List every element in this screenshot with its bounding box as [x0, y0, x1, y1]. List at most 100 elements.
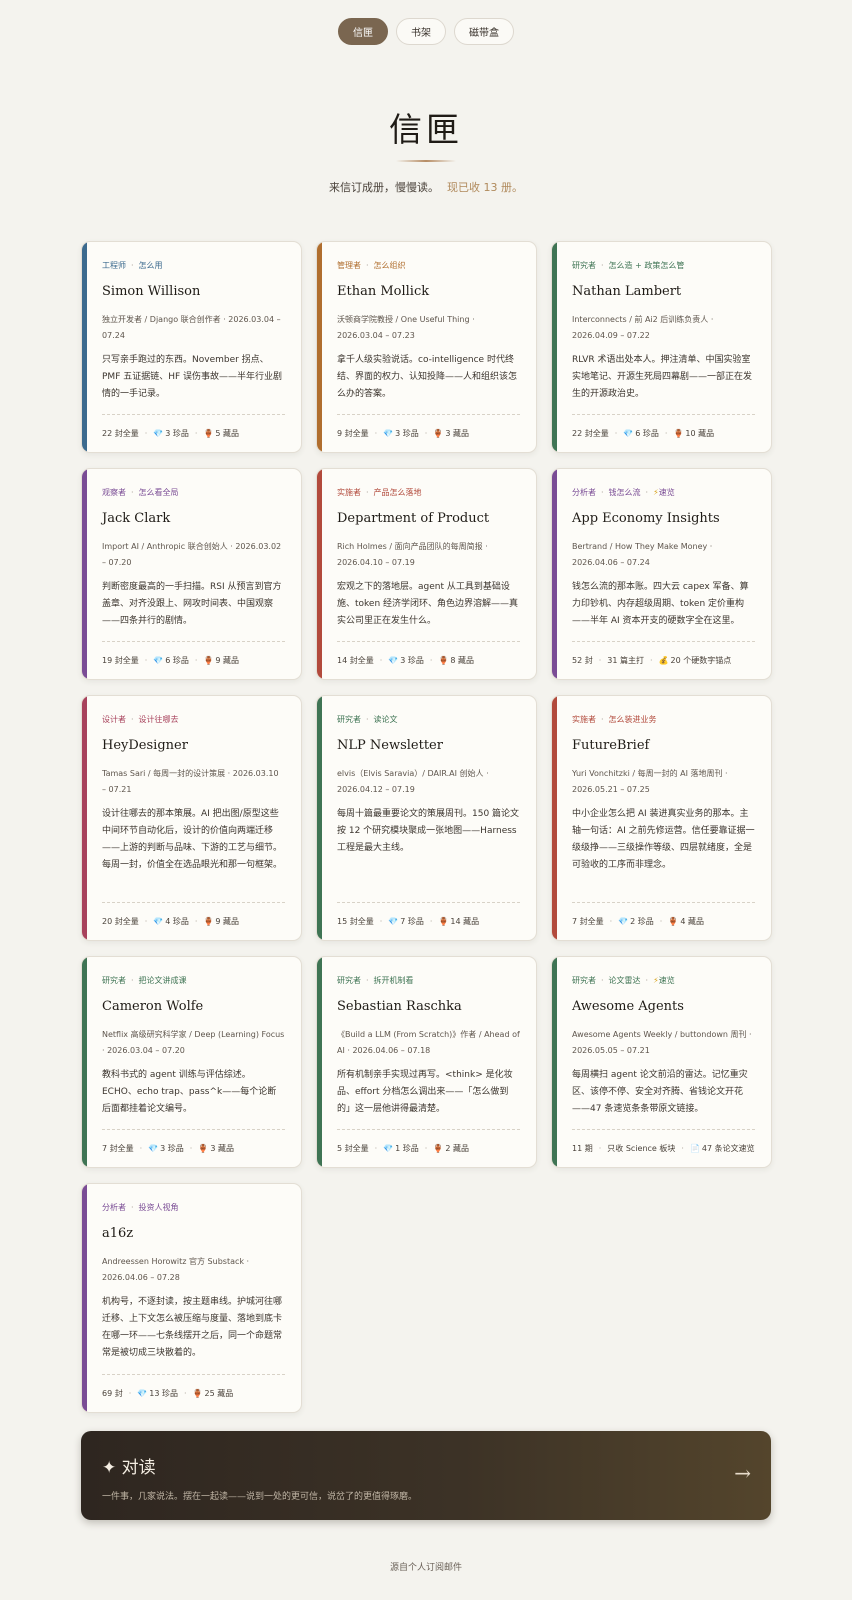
- card-title: App Economy Insights: [572, 511, 720, 526]
- stat-separator: ·: [144, 656, 148, 665]
- stat-value: 3 藏品: [210, 1144, 234, 1153]
- newsletter-card[interactable]: 工程师 · 怎么用 Simon Willison 独立开发者 / Django 联合创作…: [81, 241, 302, 453]
- gem-icon: 💎: [623, 429, 634, 438]
- stat-value: 9 封全量: [337, 429, 369, 438]
- stat-value: 14 封全量: [337, 656, 374, 665]
- newsletter-card[interactable]: 实施者 · 产品怎么落地 Department of Product Rich Holm…: [316, 468, 537, 680]
- card-stats: 7 封全量 · 💎 2 珍品 · 🏺 4 藏品: [572, 902, 755, 940]
- nav-tab-letterbox[interactable]: 信匣: [338, 18, 388, 45]
- newsletter-card[interactable]: 管理者 · 怎么组织 Ethan Mollick 沃顿商学院教授 / One Usefu…: [316, 241, 537, 453]
- stat-value: 8 藏品: [450, 656, 475, 665]
- card-meta: Andreessen Horowitz 官方 Substack · 2026.0…: [102, 1257, 250, 1282]
- stat-separator: ·: [424, 1144, 428, 1153]
- card-tags: 实施者 · 怎么装进业务: [572, 714, 755, 726]
- tag-separator: ·: [131, 261, 134, 270]
- card-tag: 工程师: [102, 261, 126, 270]
- stat-value: 19 封全量: [102, 656, 139, 665]
- amphora-icon: 🏺: [438, 656, 449, 665]
- card-description: 每周十篇最重要论文的策展周刊。150 篇论文按 12 个研究模块聚成一张地图——…: [337, 809, 520, 853]
- newsletter-card[interactable]: 研究者 · 论文雷达 · ⚡速览 Awesome Agents Awesome Agents…: [551, 956, 772, 1168]
- collection-count: 现已收 13 册。: [447, 181, 523, 194]
- card-stats: 14 封全量 · 💎 3 珍品 · 🏺 8 藏品: [337, 641, 520, 679]
- card-tag: 拆开机制看: [373, 976, 414, 985]
- gem-icon: 💎: [383, 1144, 394, 1153]
- card-title: FutureBrief: [572, 738, 650, 753]
- stat-value: 20 个硬数字锚点: [670, 656, 732, 665]
- tag-separator: ·: [366, 488, 369, 497]
- card-tag: 分析者: [102, 1203, 126, 1212]
- amphora-icon: 🏺: [673, 429, 684, 438]
- tag-separator: ·: [131, 488, 134, 497]
- tag-separator: ·: [131, 976, 134, 985]
- card-grid: 工程师 · 怎么用 Simon Willison 独立开发者 / Django 联合创作…: [81, 241, 772, 1428]
- card-meta: 《Build a LLM (From Scratch)》作者 / Ahead o…: [337, 1030, 520, 1055]
- card-stats: 20 封全量 · 💎 4 珍品 · 🏺 9 藏品: [102, 902, 285, 940]
- newsletter-card[interactable]: 研究者 · 把论文讲成课 Cameron Wolfe Netflix 高级研究科学家 /…: [81, 956, 302, 1168]
- card-description: 中小企业怎么把 AI 装进真实业务的那本。主轴一句话：AI 之前先修运营。信任要…: [572, 809, 755, 870]
- card-tag: 设计往哪去: [138, 715, 179, 724]
- card-tag: 观察者: [102, 488, 126, 497]
- stat-separator: ·: [139, 1144, 143, 1153]
- amphora-icon: 🏺: [203, 656, 214, 665]
- newsletter-card[interactable]: 分析者 · 钱怎么流 · ⚡速览 App Economy Insights Bertrand…: [551, 468, 772, 680]
- nav-tab-bookshelf[interactable]: 书架: [396, 18, 446, 45]
- newsletter-card[interactable]: 观察者 · 怎么看全局 Jack Clark Import AI / Anthropic…: [81, 468, 302, 680]
- card-meta: Tamas Sari / 每周一封的设计策展 · 2026.03.10 – 07…: [102, 769, 279, 794]
- card-tag: 研究者: [337, 715, 361, 724]
- top-nav: 信匣 书架 磁带盒: [0, 18, 852, 45]
- stat-separator: ·: [144, 917, 148, 926]
- card-description: 每周横扫 agent 论文前沿的雷达。记忆重灾区、该停不停、安全对齐腾、省钱论文…: [572, 1070, 748, 1114]
- stat-value: 10 藏品: [685, 429, 715, 438]
- stat-value: 5 藏品: [215, 429, 240, 438]
- card-description: 钱怎么流的那本账。四大云 capex 军备、算力印钞机、内存超级周期、token…: [572, 582, 749, 626]
- card-meta: Rich Holmes / 面向产品团队的每周简报 · 2026.04.10 –…: [337, 542, 488, 567]
- amphora-icon: 🏺: [203, 429, 214, 438]
- newsletter-card[interactable]: 研究者 · 读论文 NLP Newsletter elvis（Elvis Saravia…: [316, 695, 537, 941]
- card-meta: Netflix 高级研究科学家 / Deep (Learning) Focus …: [102, 1030, 285, 1055]
- card-description: 拿千人级实验说话。co-intelligence 时代终结、界面的权力、认知投降…: [337, 355, 518, 399]
- card-tag: 管理者: [337, 261, 361, 270]
- quick-read-tag: 速览: [658, 488, 675, 497]
- newsletter-card[interactable]: 实施者 · 怎么装进业务 FutureBrief Yuri Vonchitzki / 每…: [551, 695, 772, 941]
- tag-separator: ·: [366, 261, 369, 270]
- tag-separator: ·: [645, 488, 649, 497]
- title-divider: [396, 160, 456, 162]
- stat-separator: ·: [183, 1389, 187, 1398]
- stat-value: 9 藏品: [215, 917, 240, 926]
- newsletter-card[interactable]: 研究者 · 怎么造 + 政策怎么管 Nathan Lambert Interconnec…: [551, 241, 772, 453]
- nav-tab-tapebox[interactable]: 磁带盒: [454, 18, 514, 45]
- page-subtitle: 来信订成册，慢慢读。 现已收 13 册。: [0, 179, 852, 195]
- card-meta: elvis（Elvis Saravia）/ DAIR.AI 创始人 · 2026…: [337, 769, 489, 794]
- card-meta: 沃顿商学院教授 / One Useful Thing · 2026.03.04 …: [337, 315, 475, 340]
- tag-separator: ·: [601, 976, 604, 985]
- card-meta: Import AI / Anthropic 联合创始人 · 2026.03.02…: [102, 542, 282, 567]
- stat-separator: ·: [650, 656, 653, 665]
- card-tags: 研究者 · 把论文讲成课: [102, 975, 285, 987]
- card-title: Sebastian Raschka: [337, 999, 462, 1014]
- newsletter-card[interactable]: 设计者 · 设计往哪去 HeyDesigner Tamas Sari / 每周一封的设计…: [81, 695, 302, 941]
- newsletter-card[interactable]: 分析者 · 投资人视角 a16z Andreessen Horowitz 官方 Subs…: [81, 1183, 302, 1413]
- stat-separator: ·: [128, 1389, 132, 1398]
- card-stats: 5 封全量 · 💎 1 珍品 · 🏺 2 藏品: [337, 1129, 520, 1167]
- newsletter-card[interactable]: 研究者 · 拆开机制看 Sebastian Raschka 《Build a LLM (…: [316, 956, 537, 1168]
- card-tag: 投资人视角: [138, 1203, 179, 1212]
- card-description: 宏观之下的落地层。agent 从工具到基础设施、token 经济学闭环、角色边界…: [337, 582, 519, 626]
- stat-value: 52 封: [572, 656, 593, 665]
- compare-read-banner[interactable]: ✦ 对读 一件事，几家说法。摆在一起读——说到一处的更可信，说岔了的更值得琢磨。…: [81, 1431, 771, 1520]
- stat-value: 7 封全量: [102, 1144, 134, 1153]
- stat-separator: ·: [424, 429, 428, 438]
- stat-separator: ·: [379, 656, 383, 665]
- stat-value: 15 封全量: [337, 917, 374, 926]
- card-tag: 怎么装进业务: [608, 715, 657, 724]
- card-meta: Bertrand / How They Make Money · 2026.04…: [572, 542, 713, 567]
- card-tag: 分析者: [572, 488, 596, 497]
- card-tag: 实施者: [572, 715, 596, 724]
- gem-icon: 💎: [383, 429, 394, 438]
- arrow-right-icon: →: [734, 1461, 751, 1485]
- card-tag: 怎么看全局: [138, 488, 179, 497]
- stat-value: 5 封全量: [337, 1144, 369, 1153]
- stat-value: 22 封全量: [572, 429, 609, 438]
- stat-separator: ·: [194, 917, 198, 926]
- stat-value: 3 藏品: [445, 429, 469, 438]
- tag-separator: ·: [645, 976, 649, 985]
